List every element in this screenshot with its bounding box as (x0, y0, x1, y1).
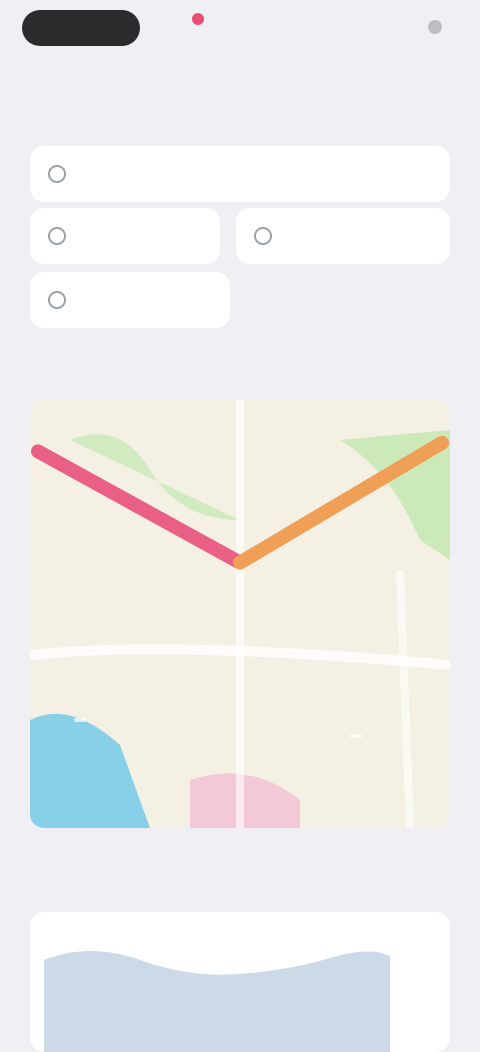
top-bar (0, 0, 480, 110)
distance-icon (254, 227, 272, 245)
elevation-area (44, 951, 390, 1052)
map-label-2 (350, 734, 362, 738)
details-row-3[interactable] (236, 208, 450, 264)
map-label-1 (74, 718, 86, 722)
top-right-actions[interactable] (428, 16, 450, 38)
status-dot-icon (192, 13, 204, 25)
details-row-1[interactable] (30, 146, 450, 202)
back-button[interactable] (22, 10, 140, 46)
route-map-canvas[interactable] (30, 400, 450, 828)
top-center (192, 8, 210, 30)
share-icon[interactable] (428, 20, 442, 34)
elevation-chart-card (30, 912, 450, 1052)
details-row-2[interactable] (30, 208, 220, 264)
elevation-chart (44, 951, 390, 1052)
route-map[interactable] (30, 400, 450, 828)
clock-icon (48, 227, 66, 245)
info-icon (48, 165, 66, 183)
details-row-4[interactable] (30, 272, 230, 328)
calorie-icon (48, 291, 66, 309)
